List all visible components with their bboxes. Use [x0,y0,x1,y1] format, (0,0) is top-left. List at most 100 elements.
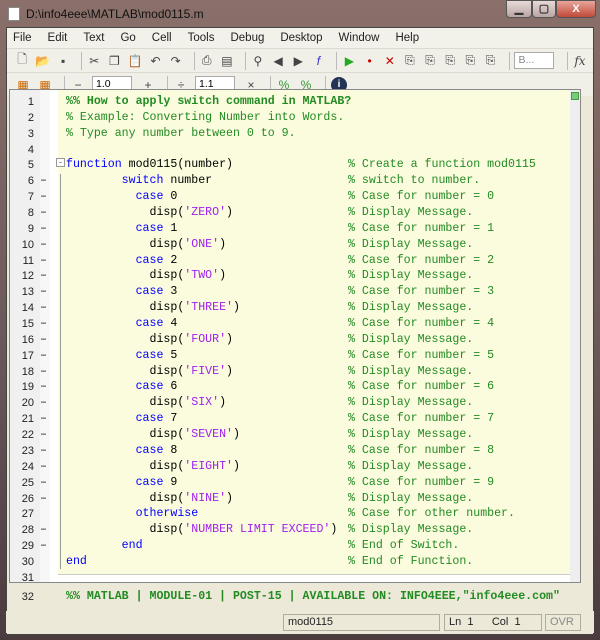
back-arrow-icon[interactable]: ◀ [271,53,285,69]
code-line[interactable]: 26– disp('NINE') % Display Message. [10,491,570,507]
find-binoculars-icon[interactable]: ⚲ [251,53,265,69]
code-line[interactable]: 18– disp('FIVE') % Display Message. [10,364,570,380]
maximize-button[interactable]: ▢ [532,0,556,18]
menu-debug[interactable]: Debug [230,32,264,44]
breakpoint-marker[interactable]: – [40,268,47,284]
menu-help[interactable]: Help [395,32,419,44]
redo-icon[interactable]: ↷ [169,53,183,69]
find-files-icon[interactable]: ▤ [220,53,234,69]
code-line[interactable]: 8– disp('ZERO') % Display Message. [10,205,570,221]
menu-text[interactable]: Text [83,32,104,44]
continue-icon[interactable]: ⎘ [463,53,477,69]
close-button[interactable]: X [556,0,596,18]
code-line[interactable]: 31 [10,570,570,586]
breakpoint-marker[interactable]: – [40,364,47,380]
breakpoint-marker[interactable]: – [40,411,47,427]
menu-window[interactable]: Window [339,32,380,44]
breakpoint-marker[interactable]: – [40,459,47,475]
print-icon[interactable]: ⎙ [200,53,214,69]
save-icon[interactable]: ▪ [56,53,70,69]
breakpoint-marker[interactable]: – [40,522,47,538]
code-line[interactable]: 10– disp('ONE') % Display Message. [10,237,570,253]
code-line[interactable]: 5 function mod0115(number) % Create a func… [10,157,570,173]
code-line[interactable]: 21– case 7 % Case for number = 7 [10,411,570,427]
code-line[interactable]: 22– disp('SEVEN') % Display Message. [10,427,570,443]
line-number: 31 [21,571,34,584]
breakpoint-marker[interactable]: – [40,221,47,237]
code-line[interactable]: 7– case 0 % Case for number = 0 [10,189,570,205]
code-text: disp('FOUR') [66,332,233,348]
exit-debug-icon[interactable]: ⎘ [483,53,497,69]
code-line[interactable]: 19– case 6 % Case for number = 6 [10,379,570,395]
step-icon[interactable]: ⎘ [403,53,417,69]
code-line[interactable]: 6– switch number % switch to number. [10,173,570,189]
breakpoint-marker[interactable]: – [40,332,47,348]
code-line[interactable]: 20– disp('SIX') % Display Message. [10,395,570,411]
menu-desktop[interactable]: Desktop [280,32,322,44]
forward-arrow-icon[interactable]: ▶ [291,53,305,69]
code-line[interactable]: 25– case 9 % Case for number = 9 [10,475,570,491]
function-icon[interactable]: f [311,53,325,69]
keyword: function [66,158,122,172]
code-line[interactable]: 4 [10,142,570,158]
breakpoint-marker[interactable]: – [40,395,47,411]
menu-tools[interactable]: Tools [188,32,215,44]
minimize-button[interactable]: ▁ [506,0,532,18]
code-line[interactable]: 30 end % End of Function. [10,554,570,570]
breakpoint-marker[interactable]: – [40,475,47,491]
breakpoint-marker[interactable]: – [40,538,47,554]
scrollbar[interactable] [570,90,580,582]
set-breakpoint-icon[interactable]: • [363,53,377,69]
code-line[interactable]: 29– end % End of Switch. [10,538,570,554]
code-line[interactable]: 24– disp('EIGHT') % Display Message. [10,459,570,475]
breakpoint-marker[interactable]: – [40,443,47,459]
code-line[interactable]: 27 otherwise % Case for other number. [10,506,570,522]
breakpoint-marker[interactable]: – [40,491,47,507]
breakpoint-marker[interactable]: – [40,427,47,443]
code-analyzer-status-icon[interactable] [571,92,579,100]
code-line[interactable]: 28– disp('NUMBER LIMIT EXCEED') % Display… [10,522,570,538]
clear-breakpoints-icon[interactable]: ✕ [383,53,397,69]
code-line[interactable]: 1 %% How to apply switch command in MATLA… [10,94,570,110]
step-out-icon[interactable]: ⎘ [443,53,457,69]
breakpoint-marker[interactable]: – [40,284,47,300]
menu-file[interactable]: File [13,32,32,44]
code-line[interactable]: 3 % Type any number between 0 to 9. [10,126,570,142]
breakpoint-marker[interactable]: – [40,348,47,364]
copy-icon[interactable]: ❐ [107,53,121,69]
breakpoint-marker[interactable]: – [40,237,47,253]
breakpoint-marker[interactable]: – [40,253,47,269]
string-literal: 'FIVE' [184,364,227,378]
code-line[interactable]: 16– disp('FOUR') % Display Message. [10,332,570,348]
code-line[interactable]: 9– case 1 % Case for number = 1 [10,221,570,237]
stack-selector[interactable]: B... [514,52,554,69]
breakpoint-marker[interactable]: – [40,173,47,189]
paste-icon[interactable]: 📋 [127,53,142,69]
code-line[interactable]: 32 %% MATLAB | MODULE-01 | POST-15 | AVAI… [10,589,570,605]
breakpoint-marker[interactable]: – [40,189,47,205]
fx-icon[interactable]: fx [573,53,587,69]
code-line[interactable]: 13– case 3 % Case for number = 3 [10,284,570,300]
undo-icon[interactable]: ↶ [148,53,162,69]
step-in-icon[interactable]: ⎘ [423,53,437,69]
code-line[interactable]: 15– case 4 % Case for number = 4 [10,316,570,332]
code-line[interactable]: 2 % Example: Converting Number into Words… [10,110,570,126]
breakpoint-marker[interactable]: – [40,379,47,395]
code-line[interactable]: 23– case 8 % Case for number = 8 [10,443,570,459]
code-line[interactable]: 11– case 2 % Case for number = 2 [10,253,570,269]
code-editor[interactable]: - 1%% How to apply switch command in MAT… [9,89,581,603]
menu-edit[interactable]: Edit [48,32,68,44]
comment: % Example: Converting Number into Words. [66,110,345,124]
code-line[interactable]: 12– disp('TWO') % Display Message. [10,268,570,284]
menu-cell[interactable]: Cell [152,32,172,44]
run-icon[interactable]: ▶ [342,53,356,69]
breakpoint-marker[interactable]: – [40,205,47,221]
menu-go[interactable]: Go [120,32,135,44]
open-folder-icon[interactable]: 📂 [35,53,50,69]
new-file-icon[interactable]: 🗋 [15,52,29,69]
breakpoint-marker[interactable]: – [40,300,47,316]
cut-icon[interactable]: ✂ [87,53,101,69]
code-line[interactable]: 17– case 5 % Case for number = 5 [10,348,570,364]
breakpoint-marker[interactable]: – [40,316,47,332]
code-line[interactable]: 14– disp('THREE') % Display Message. [10,300,570,316]
